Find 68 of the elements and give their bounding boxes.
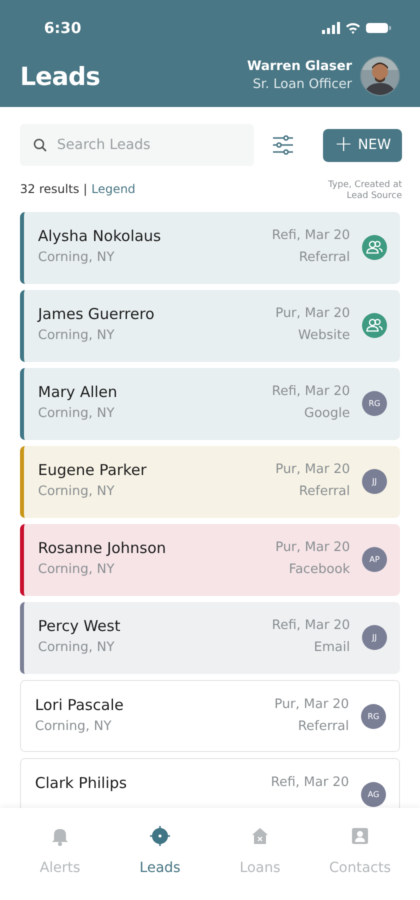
lead-type-date: Refi, Mar 20 xyxy=(272,617,350,635)
assignee-avatar: RG xyxy=(361,704,386,729)
filter-button[interactable] xyxy=(272,135,294,155)
lead-type-date: Refi, Mar 20 xyxy=(272,383,350,401)
assignee-avatar: JJ xyxy=(362,469,387,494)
lead-name: Percy West xyxy=(38,616,122,637)
lead-location: Corning, NY xyxy=(38,483,116,501)
lead-source: Referral xyxy=(298,483,350,501)
column-hint: Lead Source xyxy=(346,191,402,202)
lead-name: Mary Allen xyxy=(38,382,118,403)
lead-type-date: Pur, Mar 20 xyxy=(275,461,350,479)
sliders-icon xyxy=(272,135,294,155)
lead-name: Lori Pascale xyxy=(35,695,125,716)
lead-card[interactable]: Lori Pascale Corning, NY Pur, Mar 20 Referral RG xyxy=(20,680,400,752)
assignee-avatar: JJ xyxy=(362,625,387,650)
lead-card[interactable]: Alysha Nokolaus Corning, NY Refi, Mar 20 Referral xyxy=(20,212,400,284)
legend-link[interactable]: Legend xyxy=(91,182,136,196)
assignee-avatar: RG xyxy=(362,391,387,416)
wifi-icon xyxy=(345,22,361,34)
lead-location: Corning, NY xyxy=(38,249,116,267)
lead-type-date: Refi, Mar 20 xyxy=(272,227,350,245)
signal-icon xyxy=(322,22,340,34)
lead-location: Corning, NY xyxy=(38,327,116,345)
lead-name: James Guerrero xyxy=(38,304,156,325)
user-name: Warren Glaser xyxy=(247,58,352,76)
lead-card[interactable]: Rosanne Johnson Corning, NY Pur, Mar 20 Facebook AP xyxy=(20,524,400,596)
lead-card[interactable]: James Guerrero Corning, NY Pur, Mar 20 Website xyxy=(20,290,400,362)
group-icon xyxy=(362,313,387,338)
search-icon xyxy=(33,138,47,152)
lead-name: Clark Philips xyxy=(35,773,128,794)
house-icon xyxy=(250,826,270,846)
results-count: 32 results xyxy=(20,182,80,196)
lead-location: Corning, NY xyxy=(35,718,112,736)
contact-card-icon xyxy=(350,826,370,846)
column-hint: Type, Created at xyxy=(328,180,402,191)
nav-tab[interactable]: Leads xyxy=(115,826,205,876)
lead-name: Eugene Parker xyxy=(38,460,148,481)
lead-card[interactable]: Eugene Parker Corning, NY Pur, Mar 20 Referral JJ xyxy=(20,446,400,518)
page-title: Leads xyxy=(20,62,100,90)
lead-location: Corning, NY xyxy=(38,405,116,423)
lead-source: Referral xyxy=(298,249,350,267)
lead-source: Referral xyxy=(296,718,349,736)
separator-text: | xyxy=(83,182,88,196)
bell-icon xyxy=(50,826,70,846)
assignee-avatar: AG xyxy=(361,782,386,807)
lead-source: Website xyxy=(297,327,350,345)
lead-source: Facebook xyxy=(288,561,350,579)
target-icon xyxy=(150,826,170,846)
lead-type-date: Refi, Mar 20 xyxy=(270,774,349,792)
user-role: Sr. Loan Officer xyxy=(252,76,352,94)
new-button[interactable]: + NEW xyxy=(323,128,402,162)
status-time: 6:30 xyxy=(44,19,82,37)
lead-type-date: Pur, Mar 20 xyxy=(275,305,350,323)
lead-card[interactable]: Mary Allen Corning, NY Refi, Mar 20 Google RG xyxy=(20,368,400,440)
lead-type-date: Pur, Mar 20 xyxy=(275,539,350,557)
lead-source: Google xyxy=(303,405,350,423)
group-icon xyxy=(362,235,387,260)
lead-source: Email xyxy=(312,639,350,657)
lead-location: Corning, NY xyxy=(38,561,116,579)
lead-card[interactable]: Percy West Corning, NY Refi, Mar 20 Email JJ xyxy=(20,602,400,674)
lead-name: Rosanne Johnson xyxy=(38,538,168,559)
lead-location: Corning, NY xyxy=(38,639,116,657)
search-field[interactable]: Search Leads xyxy=(20,124,254,166)
lead-type-date: Pur, Mar 20 xyxy=(274,696,349,714)
assignee-avatar: AP xyxy=(362,547,387,572)
lead-name: Alysha Nokolaus xyxy=(38,226,162,247)
battery-icon xyxy=(366,22,392,34)
lead-card[interactable]: Clark Philips Refi, Mar 20 AG xyxy=(20,758,400,808)
